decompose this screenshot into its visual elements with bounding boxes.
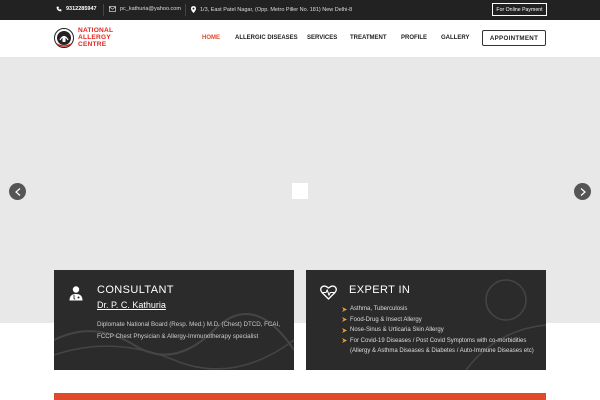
doctor-name-link[interactable]: Dr. P. C. Kathuria (97, 300, 166, 310)
nav-home[interactable]: HOME (202, 35, 220, 41)
consultant-card: CONSULTANT Dr. P. C. Kathuria Diplomate … (54, 270, 294, 370)
topbar-phone[interactable]: 9312285947 (56, 6, 97, 12)
arrow-bullet-icon (342, 327, 347, 333)
mail-icon (109, 6, 116, 12)
top-bar: 9312285947 pc_kathuria@yahoo.com 1/3, Ea… (0, 0, 600, 20)
topbar-divider (103, 4, 104, 16)
expert-card: EXPERT IN Asthma, Tuberculosis Food-Drug… (306, 270, 546, 370)
location-pin-icon (191, 6, 196, 13)
nav-allergic-diseases[interactable]: ALLERGIC DISEASES (235, 35, 298, 41)
phone-icon (56, 6, 62, 12)
logo-text: NATIONAL ALLERGY CENTRE (78, 27, 113, 48)
next-section-banner (54, 393, 546, 400)
list-item: Asthma, Tuberculosis (342, 304, 542, 315)
topbar-email[interactable]: pc_kathuria@yahoo.com (109, 6, 181, 12)
chevron-left-icon (14, 187, 20, 196)
email-text: pc_kathuria@yahoo.com (120, 6, 181, 12)
slider-next-button[interactable] (574, 183, 591, 200)
nav-profile[interactable]: PROFILE (401, 35, 427, 41)
list-item: Food-Drug & Insect Allergy (342, 315, 542, 326)
phone-text: 9312285947 (66, 6, 97, 12)
topbar-divider (185, 4, 186, 16)
online-payment-button[interactable]: For Online Payment (492, 3, 547, 16)
nav-gallery[interactable]: GALLERY (441, 35, 469, 41)
consultant-title: CONSULTANT (97, 284, 174, 296)
nav-services[interactable]: SERVICES (307, 35, 337, 41)
address-text: 1/3, East Patel Nagar, (Opp. Metro Pille… (200, 6, 353, 13)
expert-list: Asthma, Tuberculosis Food-Drug & Insect … (342, 304, 542, 357)
list-item: Nose-Sinus & Urticaria Skin Allergy (342, 325, 542, 336)
arrow-bullet-icon (342, 338, 347, 343)
heartbeat-icon (320, 285, 337, 300)
nav-treatment[interactable]: TREATMENT (350, 35, 387, 41)
site-logo[interactable]: NATIONAL ALLERGY CENTRE (54, 27, 113, 49)
expert-title: EXPERT IN (349, 284, 411, 296)
chevron-right-icon (580, 187, 586, 196)
list-item: For Covid-19 Diseases / Post Covid Sympt… (342, 336, 542, 357)
arrow-bullet-icon (342, 306, 347, 312)
arrow-bullet-icon (342, 317, 347, 322)
slider-prev-button[interactable] (9, 183, 26, 200)
doctor-description: Diplomate National Board (Resp. Med.) M.… (97, 321, 280, 340)
doctor-icon (69, 286, 83, 301)
slider-loader (292, 183, 308, 199)
topbar-address: 1/3, East Patel Nagar, (Opp. Metro Pille… (191, 6, 352, 13)
appointment-button[interactable]: APPOINTMENT (482, 30, 546, 46)
main-navigation: NATIONAL ALLERGY CENTRE HOME ALLERGIC DI… (0, 20, 600, 58)
logo-emblem-icon (54, 28, 74, 49)
logo-line-3: CENTRE (78, 40, 107, 48)
